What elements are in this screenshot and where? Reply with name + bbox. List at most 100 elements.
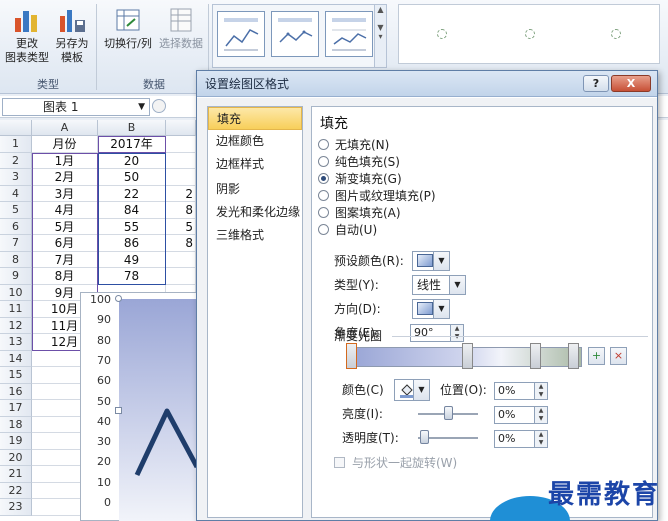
row-header[interactable]: 10	[0, 284, 32, 301]
help-button[interactable]: ?	[583, 75, 609, 92]
nav-item[interactable]: 三维格式	[208, 224, 302, 247]
cell-b[interactable]: 84	[98, 202, 166, 219]
cell-a[interactable]: 3月	[32, 185, 98, 202]
radio-icon[interactable]	[318, 139, 329, 150]
fill-option[interactable]: 自动(U)	[318, 222, 377, 238]
row-header[interactable]: 7	[0, 235, 32, 252]
row-header[interactable]: 1	[0, 136, 32, 153]
angle-spinner[interactable]: 90° ▲▼	[410, 324, 464, 342]
cell-a[interactable]: 4月	[32, 202, 98, 219]
type-select[interactable]: 线性 ▼	[412, 275, 466, 295]
formula-circle-icon[interactable]	[152, 99, 166, 113]
transparency-slider-thumb[interactable]	[420, 430, 429, 444]
cell-a[interactable]: 8月	[32, 268, 98, 285]
change-chart-type-button[interactable]: 更改 图表类型	[4, 6, 50, 65]
fill-option[interactable]: 渐变填充(G)	[318, 171, 402, 187]
cell-a[interactable]: 1月	[32, 152, 98, 169]
row-header[interactable]: 5	[0, 202, 32, 219]
radio-icon[interactable]	[318, 156, 329, 167]
gradient-stop-3[interactable]	[530, 343, 541, 369]
radio-icon[interactable]	[318, 190, 329, 201]
cell-c[interactable]: 8	[166, 235, 196, 252]
gradient-stop-4[interactable]	[568, 343, 579, 369]
color-picker[interactable]: ▼	[394, 379, 430, 401]
row-header[interactable]: 2	[0, 152, 32, 169]
rotate-with-shape-checkbox[interactable]	[334, 457, 345, 468]
cell-b[interactable]: 2017年	[98, 136, 166, 153]
cell-c[interactable]	[166, 152, 196, 169]
row-header[interactable]: 19	[0, 433, 32, 450]
save-as-template-button[interactable]: 另存为 模板	[52, 6, 92, 65]
resize-handle[interactable]	[115, 407, 122, 414]
cell-c[interactable]	[166, 136, 196, 153]
cell-b[interactable]: 50	[98, 169, 166, 186]
gallery-scroll[interactable]: ▲ ▼ ▾	[374, 5, 386, 67]
radio-icon[interactable]	[318, 224, 329, 235]
chart-layout-2[interactable]	[271, 11, 319, 57]
cell-b[interactable]: 78	[98, 268, 166, 285]
column-header-a[interactable]: A	[32, 120, 98, 136]
row-header[interactable]: 17	[0, 400, 32, 417]
fill-option[interactable]: 图片或纹理填充(P)	[318, 188, 436, 204]
chevron-down-icon[interactable]: ▼	[138, 99, 145, 115]
add-stop-button[interactable]: +	[588, 347, 605, 365]
row-header[interactable]: 15	[0, 367, 32, 384]
transparency-spinner[interactable]: 0% ▲ ▼	[494, 430, 548, 448]
brightness-spinner[interactable]: 0% ▲ ▼	[494, 406, 548, 424]
row-header[interactable]: 18	[0, 416, 32, 433]
fill-option[interactable]: 纯色填充(S)	[318, 154, 400, 170]
switch-row-column-button[interactable]: 切换行/列	[100, 6, 156, 51]
position-spinner[interactable]: 0% ▲ ▼	[494, 382, 548, 400]
cell-a[interactable]: 7月	[32, 251, 98, 268]
row-header[interactable]: 14	[0, 350, 32, 367]
close-button[interactable]: X	[611, 75, 651, 92]
row-header[interactable]: 21	[0, 466, 32, 483]
row-header[interactable]: 8	[0, 251, 32, 268]
spinner-arrows-icon[interactable]: ▲▼	[450, 325, 463, 341]
cell-c[interactable]	[166, 251, 196, 268]
gradient-stop-1[interactable]	[346, 343, 357, 369]
row-header[interactable]: 4	[0, 185, 32, 202]
cell-b[interactable]: 55	[98, 218, 166, 235]
select-data-button[interactable]: 选择数据	[156, 6, 206, 51]
row-header[interactable]: 23	[0, 499, 32, 516]
cell-b[interactable]: 22	[98, 185, 166, 202]
row-header[interactable]: 12	[0, 317, 32, 334]
chart-layout-1[interactable]	[217, 11, 265, 57]
row-header[interactable]: 9	[0, 268, 32, 285]
cell-a[interactable]: 月份	[32, 136, 98, 153]
column-header-c[interactable]	[166, 120, 196, 136]
cell-c[interactable]: 8	[166, 202, 196, 219]
style-placeholder-icon[interactable]	[437, 29, 447, 39]
cell-b[interactable]: 20	[98, 152, 166, 169]
preset-colors-picker[interactable]: ▼	[412, 251, 450, 271]
nav-item[interactable]: 阴影	[208, 178, 302, 201]
cell-c[interactable]: 5	[166, 218, 196, 235]
fill-option[interactable]: 图案填充(A)	[318, 205, 401, 221]
cell-b[interactable]: 49	[98, 251, 166, 268]
direction-picker[interactable]: ▼	[412, 299, 450, 319]
nav-item[interactable]: 边框颜色	[208, 130, 302, 153]
radio-icon[interactable]	[318, 173, 329, 184]
nav-item[interactable]: 边框样式	[208, 153, 302, 176]
row-header[interactable]: 13	[0, 334, 32, 351]
row-header[interactable]: 11	[0, 301, 32, 318]
style-placeholder-icon[interactable]	[525, 29, 535, 39]
cell-a[interactable]: 2月	[32, 169, 98, 186]
chart-layout-3[interactable]	[325, 11, 373, 57]
cell-b[interactable]: 86	[98, 235, 166, 252]
cell-c[interactable]	[166, 169, 196, 186]
cell-c[interactable]: 2	[166, 185, 196, 202]
row-header[interactable]: 16	[0, 383, 32, 400]
row-header[interactable]: 3	[0, 169, 32, 186]
style-placeholder-icon[interactable]	[611, 29, 621, 39]
spinner-arrows-icon[interactable]: ▲▼	[534, 407, 547, 423]
row-header[interactable]: 22	[0, 482, 32, 499]
spinner-arrows-icon[interactable]: ▲▼	[534, 431, 547, 447]
radio-icon[interactable]	[318, 207, 329, 218]
nav-item[interactable]: 发光和柔化边缘	[208, 201, 302, 224]
column-header-b[interactable]: B	[98, 120, 166, 136]
select-all-corner[interactable]	[0, 120, 32, 136]
brightness-slider-thumb[interactable]	[444, 406, 453, 420]
cell-a[interactable]: 5月	[32, 218, 98, 235]
